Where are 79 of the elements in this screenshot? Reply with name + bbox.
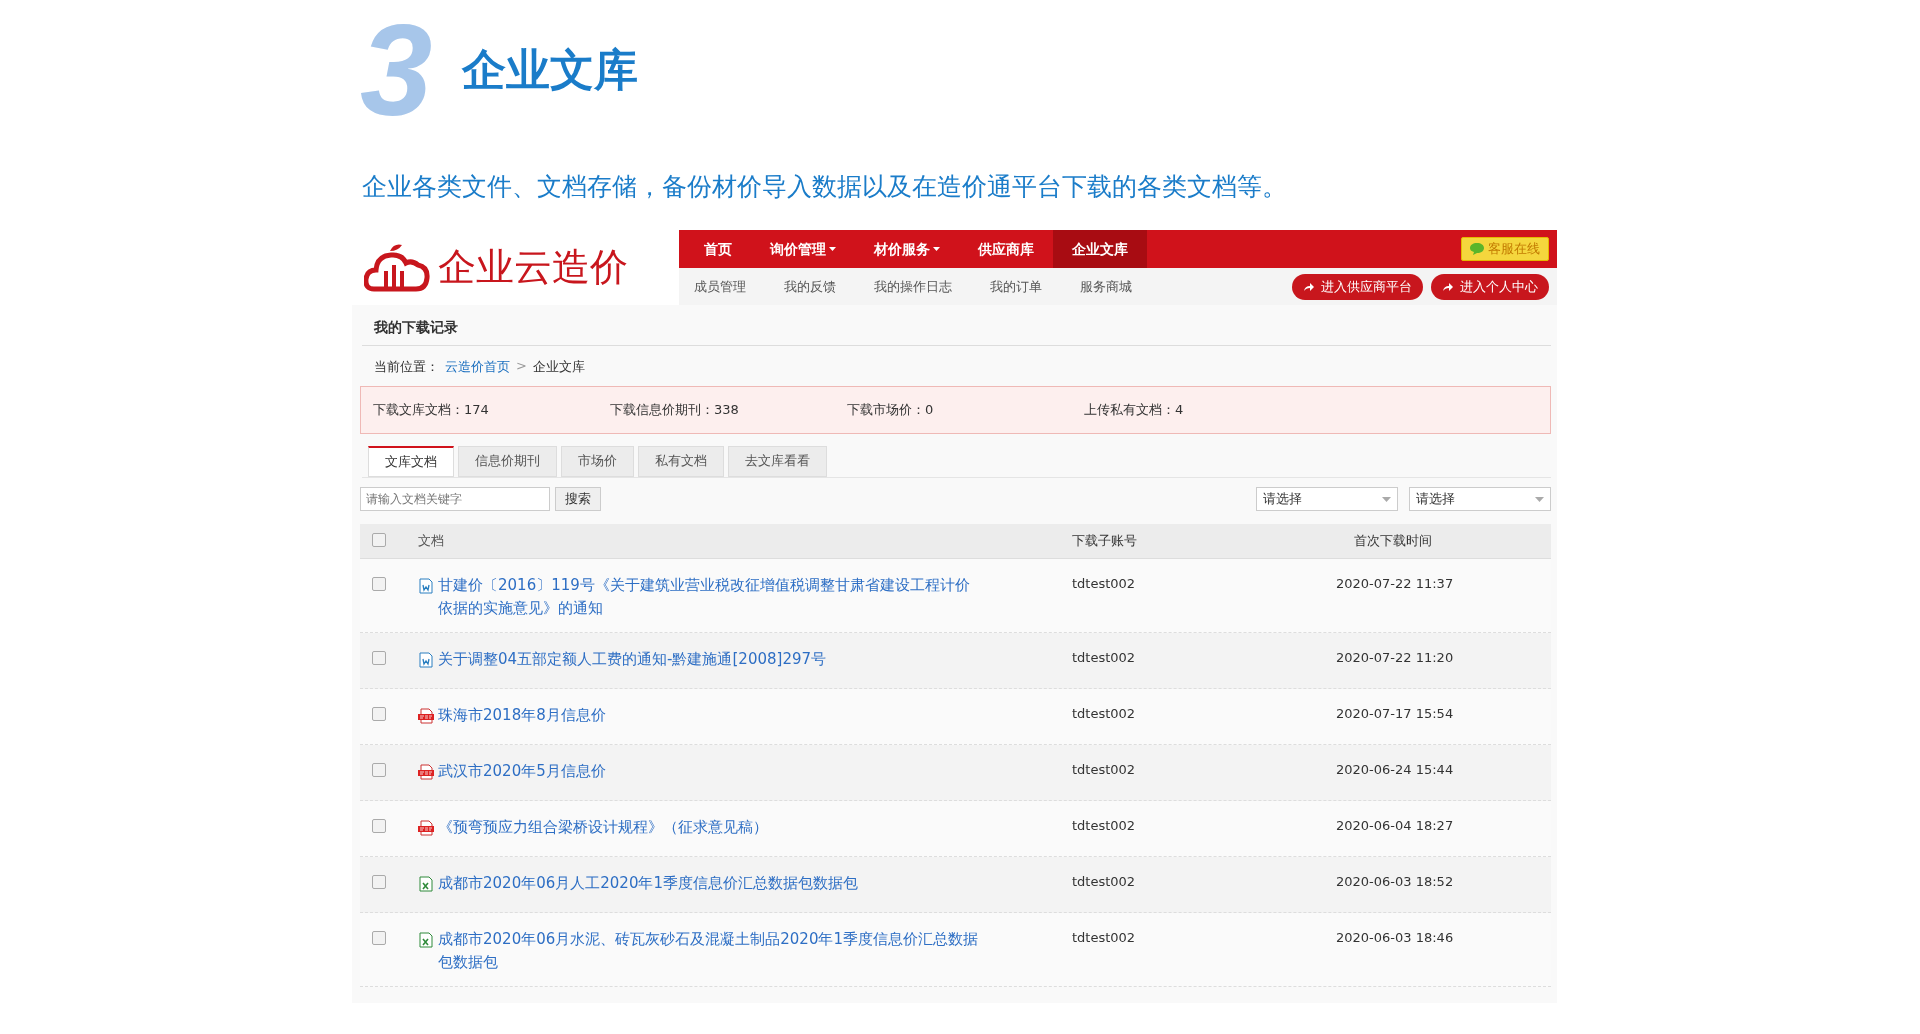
time-cell: 2020-06-03 18:46	[1336, 930, 1454, 945]
pdf-file-icon	[418, 708, 434, 724]
section-number: 3	[360, 5, 434, 135]
spreadsheet-file-icon	[418, 876, 434, 892]
search-button[interactable]: 搜索	[555, 487, 601, 511]
row-checkbox[interactable]	[372, 651, 386, 665]
document-link[interactable]: 成都市2020年06月水泥、砖瓦灰砂石及混凝土制品2020年1季度信息价汇总数据包数据包	[438, 928, 983, 974]
section-title: 企业文库	[462, 42, 638, 97]
column-header: 文档	[418, 533, 444, 548]
tab[interactable]: 私有文档	[638, 446, 724, 477]
spreadsheet-file-icon	[418, 932, 434, 948]
nav-item[interactable]: 材价服务	[855, 230, 959, 268]
account-cell: tdtest002	[1072, 576, 1136, 591]
breadcrumb-link[interactable]: 云造价首页	[445, 358, 510, 376]
row-checkbox[interactable]	[372, 875, 386, 889]
stat-text: 下载信息价期刊：338	[610, 401, 740, 419]
cloud-logo-icon	[364, 242, 430, 293]
section-subtitle: 企业各类文件、文档存储，备份材价导入数据以及在造价通平台下载的各类文档等。	[362, 171, 1288, 203]
filter-dropdown[interactable]: 请选择	[1409, 487, 1551, 511]
enter-button[interactable]: 进入个人中心	[1431, 273, 1549, 300]
row-checkbox[interactable]	[372, 577, 386, 591]
arrow-icon	[1442, 281, 1454, 292]
stat-text: 下载市场价：0	[847, 401, 935, 419]
stat-text: 上传私有文档：4	[1084, 401, 1185, 419]
account-cell: tdtest002	[1072, 706, 1136, 721]
sub-nav-item[interactable]: 我的反馈	[784, 277, 836, 296]
time-cell: 2020-07-17 15:54	[1336, 706, 1454, 721]
account-cell: tdtest002	[1072, 762, 1136, 777]
filter-dropdown[interactable]: 请选择	[1256, 487, 1398, 511]
enter-button[interactable]: 进入供应商平台	[1292, 273, 1423, 300]
time-cell: 2020-06-04 18:27	[1336, 818, 1454, 833]
word-document-icon	[418, 652, 434, 668]
document-link[interactable]: 成都市2020年06月人工2020年1季度信息价汇总数据包数据包	[438, 872, 858, 895]
sub-nav-item[interactable]: 成员管理	[694, 277, 746, 296]
document-link[interactable]: 《预弯预应力组合梁桥设计规程》（征求意见稿）	[438, 816, 768, 839]
row-checkbox[interactable]	[372, 707, 386, 721]
pdf-file-icon	[418, 764, 434, 780]
page-heading: 我的下载记录	[362, 305, 1551, 346]
tab[interactable]: 信息价期刊	[458, 446, 557, 477]
time-cell: 2020-06-03 18:52	[1336, 874, 1454, 889]
document-link[interactable]: 珠海市2018年8月信息价	[438, 704, 606, 727]
tab[interactable]: 市场价	[561, 446, 634, 477]
row-checkbox[interactable]	[372, 931, 386, 945]
time-cell: 2020-06-24 15:44	[1336, 762, 1454, 777]
breadcrumb-current: 企业文库	[532, 358, 585, 376]
breadcrumb-label: 当前位置：	[374, 358, 439, 376]
select-all-checkbox[interactable]	[372, 532, 386, 547]
column-header: 下载子账号	[1072, 533, 1137, 548]
document-link[interactable]: 武汉市2020年5月信息价	[438, 760, 606, 783]
stat-text: 下载文库文档：174	[373, 401, 490, 419]
nav-item[interactable]: 首页	[685, 230, 751, 268]
account-cell: tdtest002	[1072, 874, 1136, 889]
chat-bubble-icon	[1470, 243, 1484, 255]
search-field[interactable]: 请输入文档关键字	[360, 487, 550, 511]
sub-nav-item[interactable]: 我的订单	[990, 277, 1042, 296]
account-cell: tdtest002	[1072, 818, 1136, 833]
nav-item[interactable]: 询价管理	[751, 230, 855, 268]
time-cell: 2020-07-22 11:20	[1336, 650, 1454, 665]
arrow-icon	[1303, 281, 1315, 292]
sub-nav-item[interactable]: 服务商城	[1080, 277, 1132, 296]
document-link[interactable]: 甘建价〔2016〕119号《关于建筑业营业税改征增值税调整甘肃省建设工程计价依据的实施意见》的通知	[438, 574, 983, 620]
account-cell: tdtest002	[1072, 930, 1136, 945]
sub-nav-item[interactable]: 我的操作日志	[874, 277, 952, 296]
nav-item[interactable]: 供应商库	[959, 230, 1053, 268]
pdf-file-icon	[418, 820, 434, 836]
tab[interactable]: 文库文档	[368, 446, 454, 477]
logo-text: 企业云造价	[438, 244, 628, 291]
row-checkbox[interactable]	[372, 763, 386, 777]
document-link[interactable]: 关于调整04五部定额人工费的通知-黔建施通[2008]297号	[438, 648, 826, 671]
word-document-icon	[418, 578, 434, 594]
tab[interactable]: 去文库看看	[728, 446, 827, 477]
caret-icon	[1535, 496, 1544, 502]
time-cell: 2020-07-22 11:37	[1336, 576, 1454, 591]
column-header: 首次下载时间	[1354, 533, 1432, 548]
row-checkbox[interactable]	[372, 819, 386, 833]
nav-item[interactable]: 企业文库	[1053, 230, 1147, 268]
account-cell: tdtest002	[1072, 650, 1136, 665]
breadcrumb-separator: >	[516, 358, 527, 375]
caret-icon	[1382, 496, 1391, 502]
